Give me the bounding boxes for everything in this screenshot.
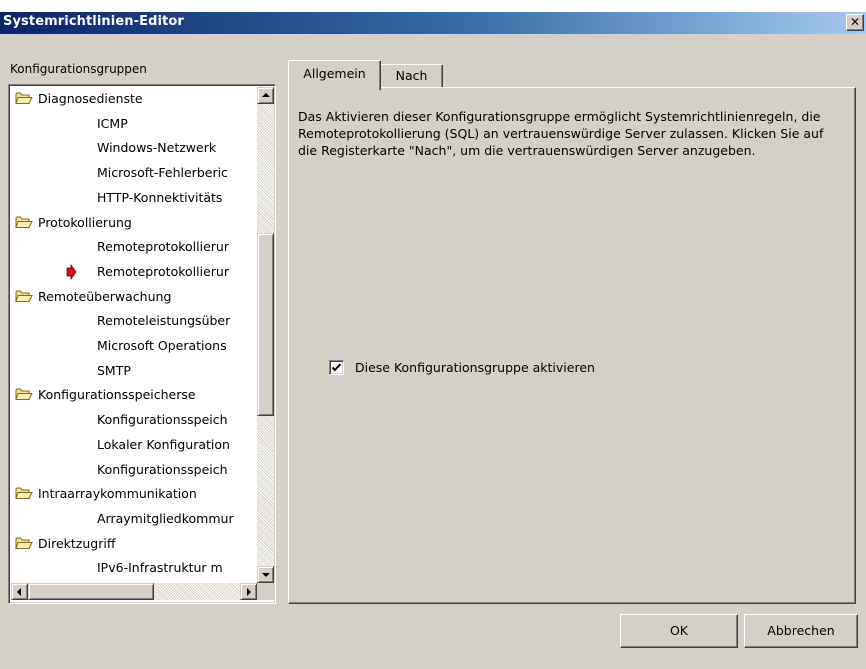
arrow-right-icon xyxy=(247,588,251,596)
tree-item-label: Lokaler Konfiguration xyxy=(97,437,230,452)
tree-item-label: Konfigurationsspeich xyxy=(97,462,228,477)
tree-item-label: Microsoft Operations xyxy=(97,338,227,353)
arrow-left-icon xyxy=(17,588,21,596)
window-title: Systemrichtlinien-Editor xyxy=(3,14,184,29)
tree-group[interactable]: Konfigurationsspeicherse xyxy=(15,383,257,407)
cancel-button-label: Abbrechen xyxy=(767,623,835,638)
tree-group[interactable]: Direktzugriff xyxy=(15,532,257,556)
tree-group[interactable]: Diagnosedienste xyxy=(15,87,257,111)
folder-open-icon xyxy=(15,216,33,228)
tree-item-label: HTTP-Konnektivitäts xyxy=(97,190,223,205)
red-arrow-icon xyxy=(63,260,87,284)
tree-item[interactable]: Remoteprotokollierur xyxy=(97,260,257,284)
enable-group-checkbox[interactable] xyxy=(329,360,344,375)
tree-item-label: SMTP xyxy=(97,363,131,378)
tree-item-label: Remoteprotokollierur xyxy=(97,264,229,279)
description-text: Das Aktivieren dieser Konfigurationsgrup… xyxy=(298,109,824,158)
tree-item-label: Intraarraykommunikation xyxy=(38,486,197,501)
tree-item-label: Arraymitgliedkommur xyxy=(97,511,234,526)
tree-item-label: Konfigurationsspeich xyxy=(97,412,228,427)
tree-item[interactable]: Lokaler Konfiguration xyxy=(97,433,257,457)
horizontal-scrollbar[interactable] xyxy=(11,583,257,600)
config-groups-tree[interactable]: Diagnosedienste ICMP Windows-Netzwerk Micro… xyxy=(8,84,276,604)
scroll-down-button[interactable] xyxy=(257,566,274,583)
enable-group-checkbox-label: Diese Konfigurationsgruppe aktivieren xyxy=(355,360,595,375)
tab-allgemein-label: Allgemein xyxy=(303,66,366,81)
scroll-left-button[interactable] xyxy=(11,583,28,600)
tree-item-label: Microsoft-Fehlerberic xyxy=(97,165,228,180)
tree-group[interactable]: Remoteüberwachung xyxy=(15,285,257,309)
tree-item[interactable]: Arraymitgliedkommur xyxy=(97,507,257,531)
general-tab-panel: Das Aktivieren dieser Konfigurationsgrup… xyxy=(288,87,856,604)
tree-item-label: Konfigurationsspeicherse xyxy=(38,387,196,402)
tree-group[interactable]: Intraarraykommunikation xyxy=(15,482,257,506)
vertical-scroll-thumb[interactable] xyxy=(257,233,274,416)
folder-open-icon xyxy=(15,388,33,400)
tree-item-label: Remoteprotokollierur xyxy=(97,239,229,254)
close-icon: ✕ xyxy=(849,15,861,29)
folder-open-icon xyxy=(15,537,33,549)
arrow-down-icon xyxy=(262,573,270,577)
tree-item-label: IPv6-Infrastruktur m xyxy=(97,560,223,575)
scroll-up-button[interactable] xyxy=(257,87,274,104)
tab-allgemein[interactable]: Allgemein xyxy=(288,60,381,90)
tree-item[interactable]: ICMP xyxy=(97,112,257,136)
tree-item[interactable]: Konfigurationsspeich xyxy=(97,408,257,432)
tree-item[interactable]: Windows-Netzwerk xyxy=(97,136,257,160)
close-button[interactable]: ✕ xyxy=(846,14,864,31)
folder-open-icon xyxy=(15,92,33,104)
tree-item[interactable]: Microsoft Operations xyxy=(97,334,257,358)
ok-button[interactable]: OK xyxy=(620,614,738,648)
ok-button-label: OK xyxy=(669,623,689,638)
tree-item[interactable]: Remoteprotokollierur xyxy=(97,235,257,259)
horizontal-scroll-thumb[interactable] xyxy=(28,583,154,600)
tree-item-label: ICMP xyxy=(97,116,128,131)
scrollbar-corner xyxy=(257,583,274,600)
vertical-scrollbar[interactable] xyxy=(257,87,274,583)
tree-item-label: Protokollierung xyxy=(38,215,132,230)
config-groups-label: Konfigurationsgruppen xyxy=(10,62,147,76)
tree-item[interactable]: IPv6-Infrastruktur m xyxy=(97,556,257,580)
tree-item-label: Windows-Netzwerk xyxy=(97,140,217,155)
tree-item[interactable]: SMTP xyxy=(97,359,257,383)
tree-item[interactable]: HTTP-Konnektivitäts xyxy=(97,186,257,210)
tree-item[interactable]: Konfigurationsspeich xyxy=(97,458,257,482)
folder-open-icon xyxy=(15,487,33,499)
checkmark-icon xyxy=(331,363,342,372)
tree-item-label: Remoteleistungsüber xyxy=(97,313,231,328)
tree-item-label: Direktzugriff xyxy=(38,536,116,551)
scroll-right-button[interactable] xyxy=(240,583,257,600)
folder-open-icon xyxy=(15,290,33,302)
tree-group[interactable]: Protokollierung xyxy=(15,211,257,235)
system-policy-editor-window: Systemrichtlinien-Editor ✕ Konfiguration… xyxy=(0,0,866,669)
title-bar: Systemrichtlinien-Editor ✕ xyxy=(0,0,866,34)
tab-nach-label: Nach xyxy=(395,68,428,83)
tree-item[interactable]: Remoteleistungsüber xyxy=(97,309,257,333)
tree-item[interactable]: Microsoft-Fehlerberic xyxy=(97,161,257,185)
cancel-button[interactable]: Abbrechen xyxy=(744,614,858,648)
arrow-up-icon xyxy=(262,93,270,97)
tree-list: Diagnosedienste ICMP Windows-Netzwerk Micro… xyxy=(11,87,257,583)
tree-item-label: Diagnosedienste xyxy=(38,91,143,106)
tree-item-label: Remoteüberwachung xyxy=(38,289,172,304)
